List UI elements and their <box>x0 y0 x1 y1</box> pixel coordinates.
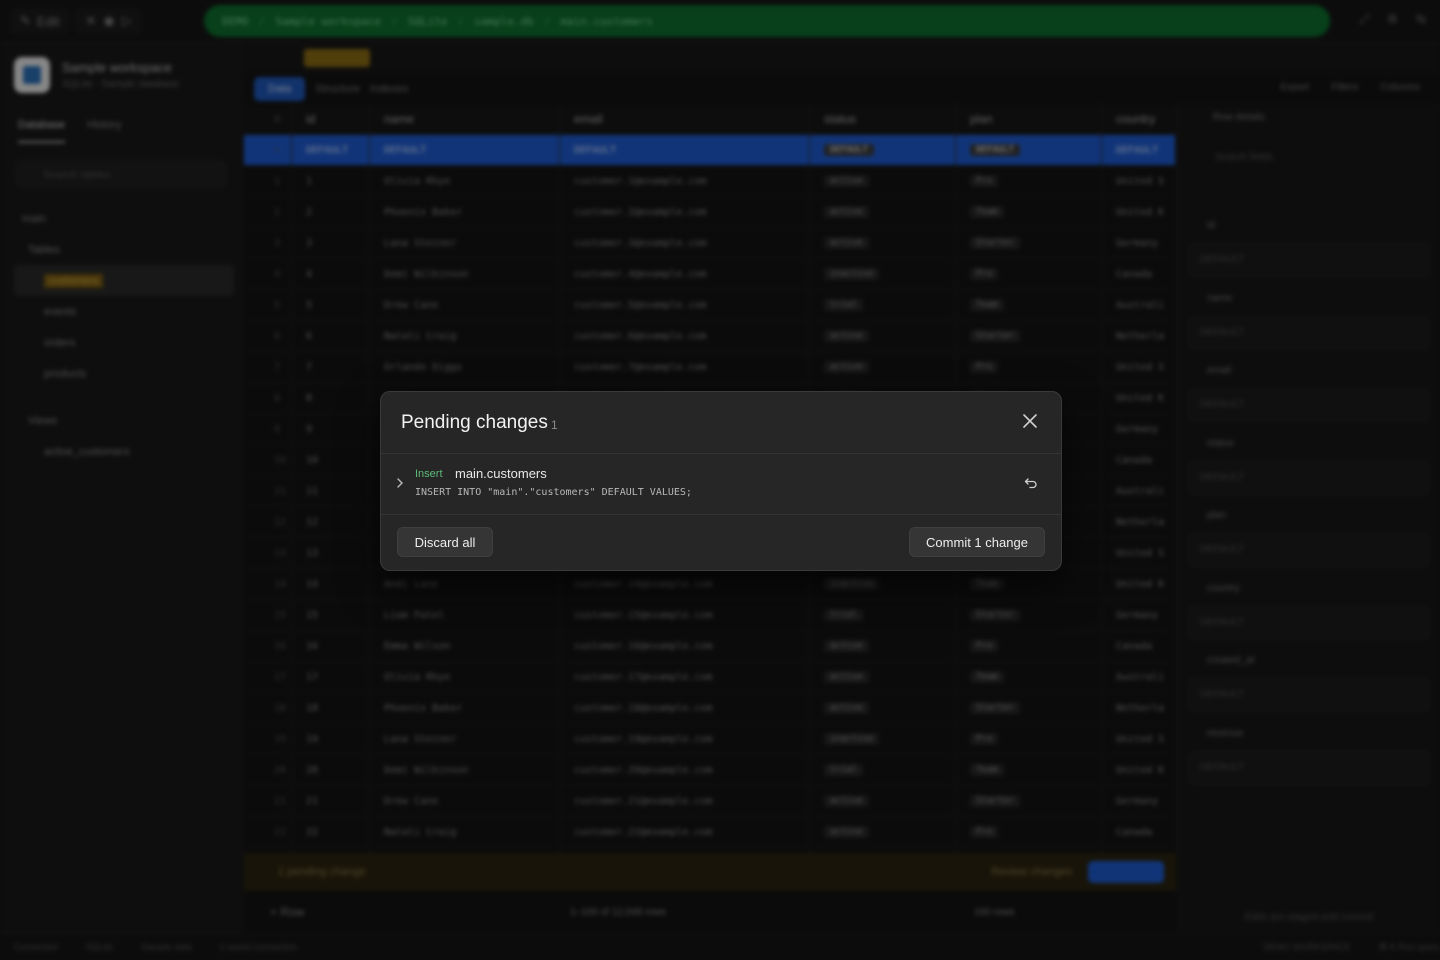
chevron-right-icon[interactable] <box>395 476 405 490</box>
pending-changes-dialog: Pending changes 1 Insert main.customers … <box>380 391 1062 571</box>
change-item[interactable]: Insert main.customers INSERT INTO "main"… <box>381 454 1061 515</box>
change-table: main.customers <box>455 466 547 481</box>
discard-all-button[interactable]: Discard all <box>397 527 493 557</box>
commit-change-button[interactable]: Commit 1 change <box>909 527 1045 557</box>
close-icon[interactable] <box>1021 412 1039 430</box>
pending-count: 1 <box>551 418 558 432</box>
dialog-title: Pending changes <box>401 412 548 433</box>
undo-icon[interactable] <box>1023 475 1039 491</box>
change-operation: Insert <box>415 468 443 480</box>
change-sql: INSERT INTO "main"."customers" DEFAULT V… <box>415 487 692 498</box>
